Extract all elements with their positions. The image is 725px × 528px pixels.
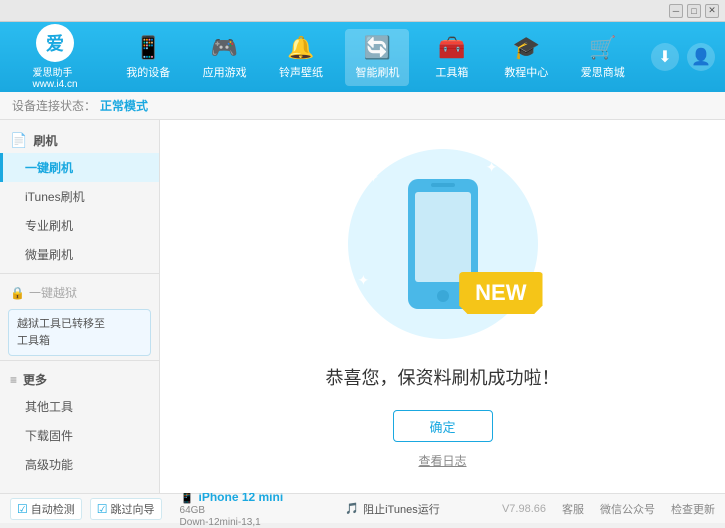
title-bar: ─ □ ✕ [0, 0, 725, 22]
mall-icon: 🛒 [589, 35, 616, 61]
nav-toolbox[interactable]: 🧰 工具箱 [422, 29, 482, 86]
sidebar-item-other-tools[interactable]: 其他工具 [0, 392, 159, 421]
content-area: ✦ ✦ ✦ NEW 恭喜您，保资料刷机成功啦！ 确定 查看日志 [160, 120, 725, 493]
status-bar: 设备连接状态： 正常模式 [0, 92, 725, 120]
sidebar-notice: 越狱工具已转移至工具箱 [8, 309, 151, 356]
auto-update-checkbox[interactable]: ☑ 自动检测 [10, 498, 82, 520]
itunes-status-area: 🎵 阻止iTunes运行 [345, 501, 439, 517]
device-info: 📱 iPhone 12 mini 64GB Down-12mini-13,1 [180, 490, 284, 528]
nav-my-device[interactable]: 📱 我的设备 [116, 29, 180, 86]
sidebar-item-advanced[interactable]: 高级功能 [0, 450, 159, 479]
nav-tutorials[interactable]: 🎓 教程中心 [494, 29, 558, 86]
itunes-icon: 🎵 [345, 502, 359, 515]
ringtones-icon: 🔔 [287, 35, 314, 61]
sidebar-section-flash: 📄 刷机 [0, 126, 159, 153]
sidebar-section-more: ≡ 更多 [0, 365, 159, 392]
support-link[interactable]: 客服 [562, 501, 584, 517]
sidebar-disabled-jailbreak: 🔒 一键越狱 [0, 278, 159, 305]
nav-mall[interactable]: 🛒 爱思商城 [571, 29, 635, 86]
apps-games-icon: 🎮 [211, 35, 238, 61]
status-value: 正常模式 [100, 97, 148, 114]
user-icon-button[interactable]: 👤 [687, 43, 715, 71]
close-button[interactable]: ✕ [705, 4, 719, 18]
sidebar-item-pro[interactable]: 专业刷机 [0, 211, 159, 240]
nav-items: 📱 我的设备 🎮 应用游戏 🔔 铃声壁纸 🔄 智能刷机 🧰 工具箱 🎓 教程中心… [110, 29, 641, 86]
maximize-button[interactable]: □ [687, 4, 701, 18]
bottom-right: V7.98.66 客服 微信公众号 检查更新 [502, 501, 715, 517]
confirm-button[interactable]: 确定 [393, 410, 493, 442]
status-label: 设备连接状态： [12, 97, 96, 114]
logo-text: 爱思助手 www.i4.cn [32, 64, 77, 90]
itunes-status-text: 阻止iTunes运行 [363, 501, 440, 517]
more-icon: ≡ [10, 373, 17, 387]
check-update-link[interactable]: 检查更新 [671, 501, 715, 517]
sidebar-item-one-click[interactable]: 一键刷机 [0, 153, 159, 182]
lock-icon: 🔒 [10, 286, 25, 300]
nav-smart-flash[interactable]: 🔄 智能刷机 [345, 29, 409, 86]
logo-area: 爱 爱思助手 www.i4.cn [10, 24, 100, 90]
skip-wizard-checkbox[interactable]: ☑ 跳过向导 [90, 498, 162, 520]
wechat-link[interactable]: 微信公众号 [600, 501, 655, 517]
bottom-bar: ☑ 自动检测 ☑ 跳过向导 📱 iPhone 12 mini 64GB Down… [0, 493, 725, 523]
tutorials-icon: 🎓 [513, 35, 540, 61]
visit-log-link[interactable]: 查看日志 [418, 452, 466, 469]
checkbox-checked-icon-2: ☑ [97, 502, 108, 516]
sidebar-item-micro[interactable]: 微量刷机 [0, 240, 159, 269]
my-device-icon: 📱 [135, 35, 162, 61]
nav-ringtones[interactable]: 🔔 铃声壁纸 [269, 29, 333, 86]
header: 爱 爱思助手 www.i4.cn 📱 我的设备 🎮 应用游戏 🔔 铃声壁纸 🔄 … [0, 22, 725, 92]
sparkle-1: ✦ [368, 169, 380, 186]
success-text: 恭喜您，保资料刷机成功啦！ [326, 364, 560, 390]
nav-apps-games[interactable]: 🎮 应用游戏 [193, 29, 257, 86]
bottom-left: ☑ 自动检测 ☑ 跳过向导 📱 iPhone 12 mini 64GB Down… [10, 490, 283, 528]
header-right: ⬇ 👤 [651, 43, 715, 71]
sidebar-item-itunes[interactable]: iTunes刷机 [0, 182, 159, 211]
minimize-button[interactable]: ─ [669, 4, 683, 18]
sparkle-3: ✦ [358, 272, 370, 289]
sidebar-item-firmware[interactable]: 下载固件 [0, 421, 159, 450]
sidebar-divider-2 [0, 360, 159, 361]
sidebar-divider-1 [0, 273, 159, 274]
version-text: V7.98.66 [502, 503, 546, 515]
device-model: Down-12mini-13,1 [180, 517, 284, 528]
flash-section-icon: 📄 [10, 132, 27, 149]
smart-flash-icon: 🔄 [364, 35, 391, 61]
device-storage: 64GB [180, 505, 284, 516]
download-icon-button[interactable]: ⬇ [651, 43, 679, 71]
logo-icon: 爱 [36, 24, 74, 62]
toolbox-icon: 🧰 [438, 35, 465, 61]
main-area: 📄 刷机 一键刷机 iTunes刷机 专业刷机 微量刷机 🔒 一键越狱 越狱工具… [0, 120, 725, 493]
sidebar: 📄 刷机 一键刷机 iTunes刷机 专业刷机 微量刷机 🔒 一键越狱 越狱工具… [0, 120, 160, 493]
checkbox-checked-icon-1: ☑ [17, 502, 28, 516]
sparkle-2: ✦ [486, 159, 498, 176]
new-badge: NEW [459, 272, 542, 314]
phone-illustration: ✦ ✦ ✦ NEW [343, 144, 543, 344]
